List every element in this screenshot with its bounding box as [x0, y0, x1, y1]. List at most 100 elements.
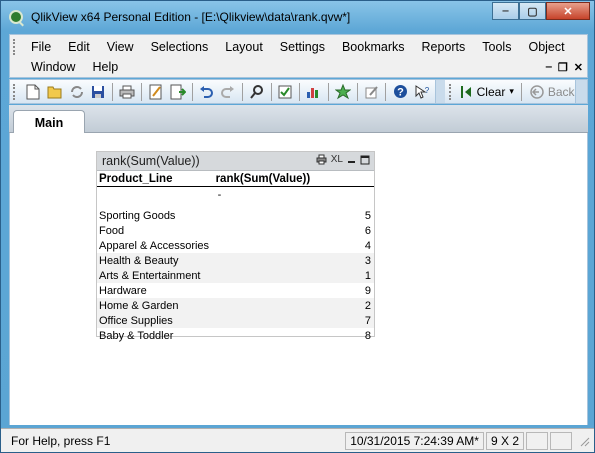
search-icon[interactable] — [249, 84, 265, 100]
product-line-cell[interactable]: Baby & Toddler — [97, 330, 215, 342]
menu-settings[interactable]: Settings — [271, 40, 333, 54]
rank-cell: 5 — [364, 209, 371, 222]
print-icon[interactable] — [316, 154, 327, 165]
close-button[interactable]: ✕ — [546, 2, 590, 20]
table-caption[interactable]: rank(Sum(Value)) XL — [97, 152, 374, 171]
toolbar-separator — [241, 82, 243, 101]
toolbar-overflow-button-2[interactable] — [575, 80, 587, 103]
doc-close-button[interactable]: ✕ — [574, 61, 583, 74]
rank-cell: 6 — [364, 224, 371, 237]
table-header-row: Product_Line rank(Sum(Value)) — [97, 171, 374, 187]
table-row[interactable]: Sporting Goods 5 — [97, 208, 374, 223]
product-line-cell[interactable]: Health & Beauty — [97, 255, 215, 267]
resize-grip-icon[interactable] — [574, 432, 594, 450]
table-row[interactable]: Office Supplies 7 — [97, 313, 374, 328]
product-line-cell[interactable]: Sporting Goods — [97, 210, 215, 222]
caption-icons: XL — [316, 154, 370, 165]
table-row[interactable]: Home & Garden 2 — [97, 298, 374, 313]
menu-view[interactable]: View — [98, 40, 142, 54]
product-line-cell[interactable]: Home & Garden — [97, 300, 215, 312]
context-help-icon[interactable]: ? — [414, 84, 430, 100]
open-folder-icon[interactable] — [47, 84, 63, 100]
menu-row-1: File Edit View Selections Layout Setting… — [10, 37, 573, 57]
toolbar-separator — [385, 82, 387, 101]
toolbar-separator — [270, 82, 272, 101]
product-line-cell[interactable]: Office Supplies — [97, 315, 215, 327]
redo-icon[interactable] — [220, 84, 236, 100]
table-row[interactable]: Baby & Toddler 8 — [97, 328, 374, 343]
save-icon[interactable] — [91, 84, 107, 100]
back-arrow-icon — [529, 84, 545, 100]
rank-cell: 8 — [364, 329, 371, 342]
minimize-button[interactable]: ‒ — [492, 2, 519, 20]
edit-script-icon[interactable] — [148, 84, 164, 100]
table-row[interactable]: Health & Beauty 3 — [97, 253, 374, 268]
doc-minimize-button[interactable]: ‒ — [546, 61, 552, 73]
rank-cell: 7 — [364, 314, 371, 327]
status-pane-empty — [550, 431, 572, 450]
menu-window[interactable]: Window — [22, 60, 83, 74]
table-row[interactable]: Apparel & Accessories 4 — [97, 238, 374, 253]
design-grid-icon[interactable] — [364, 84, 380, 100]
sheet-canvas: rank(Sum(Value)) XL Product_Line rank(Su… — [9, 133, 588, 425]
document-window-controls: ‒ ❐ ✕ — [546, 57, 583, 77]
menu-bar: File Edit View Selections Layout Setting… — [9, 34, 588, 78]
current-selections-icon[interactable] — [277, 84, 293, 100]
rank-cell: 9 — [364, 284, 371, 297]
toolbar-separator — [141, 82, 142, 101]
toolbar-separator — [191, 82, 193, 101]
undo-icon[interactable] — [198, 84, 214, 100]
menu-grip[interactable] — [13, 39, 16, 55]
maximize-button[interactable]: ▢ — [519, 2, 546, 20]
product-line-cell[interactable]: Hardware — [97, 285, 215, 297]
product-line-cell[interactable]: Arts & Entertainment — [97, 270, 215, 282]
toolbar-separator — [356, 82, 358, 101]
status-dimensions: 9 X 2 — [485, 431, 524, 450]
menu-tools[interactable]: Tools — [473, 40, 519, 54]
status-datetime: 10/31/2015 7:24:39 AM* — [345, 431, 484, 450]
new-sheet-object-icon[interactable] — [306, 84, 322, 100]
reload-data-icon[interactable] — [170, 84, 186, 100]
menu-bookmarks[interactable]: Bookmarks — [333, 40, 413, 54]
toolbar-grip-2[interactable] — [448, 83, 452, 100]
window-title: QlikView x64 Personal Edition - [E:\Qlik… — [31, 10, 351, 24]
menu-file[interactable]: File — [22, 40, 59, 54]
menu-help[interactable]: Help — [83, 60, 126, 74]
minimize-icon[interactable] — [347, 155, 356, 164]
column-header-rank[interactable]: rank(Sum(Value)) — [215, 173, 374, 185]
toolbar-overflow-button[interactable] — [434, 80, 445, 103]
print-icon[interactable] — [119, 84, 135, 100]
table-row[interactable]: Hardware 9 — [97, 283, 374, 298]
help-icon[interactable]: ? — [392, 84, 408, 100]
sheet-tab-strip: Main — [9, 105, 588, 134]
product-line-cell[interactable]: Apparel & Accessories — [97, 240, 215, 252]
menu-selections[interactable]: Selections — [142, 40, 217, 54]
menu-layout[interactable]: Layout — [216, 40, 271, 54]
svg-text:?: ? — [397, 87, 404, 99]
rank-cell: 2 — [364, 299, 371, 312]
clear-button[interactable]: Clear ▾ — [454, 82, 518, 102]
straight-table-object[interactable]: rank(Sum(Value)) XL Product_Line rank(Su… — [96, 151, 375, 342]
add-bookmark-icon[interactable] — [334, 83, 351, 100]
reload-icon[interactable] — [69, 84, 85, 100]
maximize-icon[interactable] — [360, 155, 370, 165]
toolbar-separator — [112, 82, 113, 101]
main-toolbar: ? ? Clear ▾ Back ▾ — [9, 79, 588, 104]
toolbar-grip[interactable] — [13, 83, 16, 100]
column-header-product-line[interactable]: Product_Line — [97, 173, 215, 185]
clear-label: Clear — [476, 84, 506, 99]
table-row[interactable]: Food 6 — [97, 223, 374, 238]
tab-main[interactable]: Main — [13, 110, 85, 134]
clear-dropdown-icon[interactable]: ▾ — [509, 86, 514, 97]
menu-edit[interactable]: Edit — [59, 40, 98, 54]
app-window: QlikView x64 Personal Edition - [E:\Qlik… — [0, 0, 595, 453]
product-line-cell[interactable]: Food — [97, 225, 215, 237]
menu-reports[interactable]: Reports — [413, 40, 474, 54]
doc-restore-button[interactable]: ❐ — [558, 61, 568, 74]
xl-icon[interactable]: XL — [331, 154, 343, 165]
menu-object[interactable]: Object — [519, 40, 572, 54]
status-bar: For Help, press F1 10/31/2015 7:24:39 AM… — [1, 428, 594, 452]
new-document-icon[interactable] — [25, 84, 41, 100]
table-row[interactable]: Arts & Entertainment 1 — [97, 268, 374, 283]
totals-value: - — [217, 188, 222, 201]
